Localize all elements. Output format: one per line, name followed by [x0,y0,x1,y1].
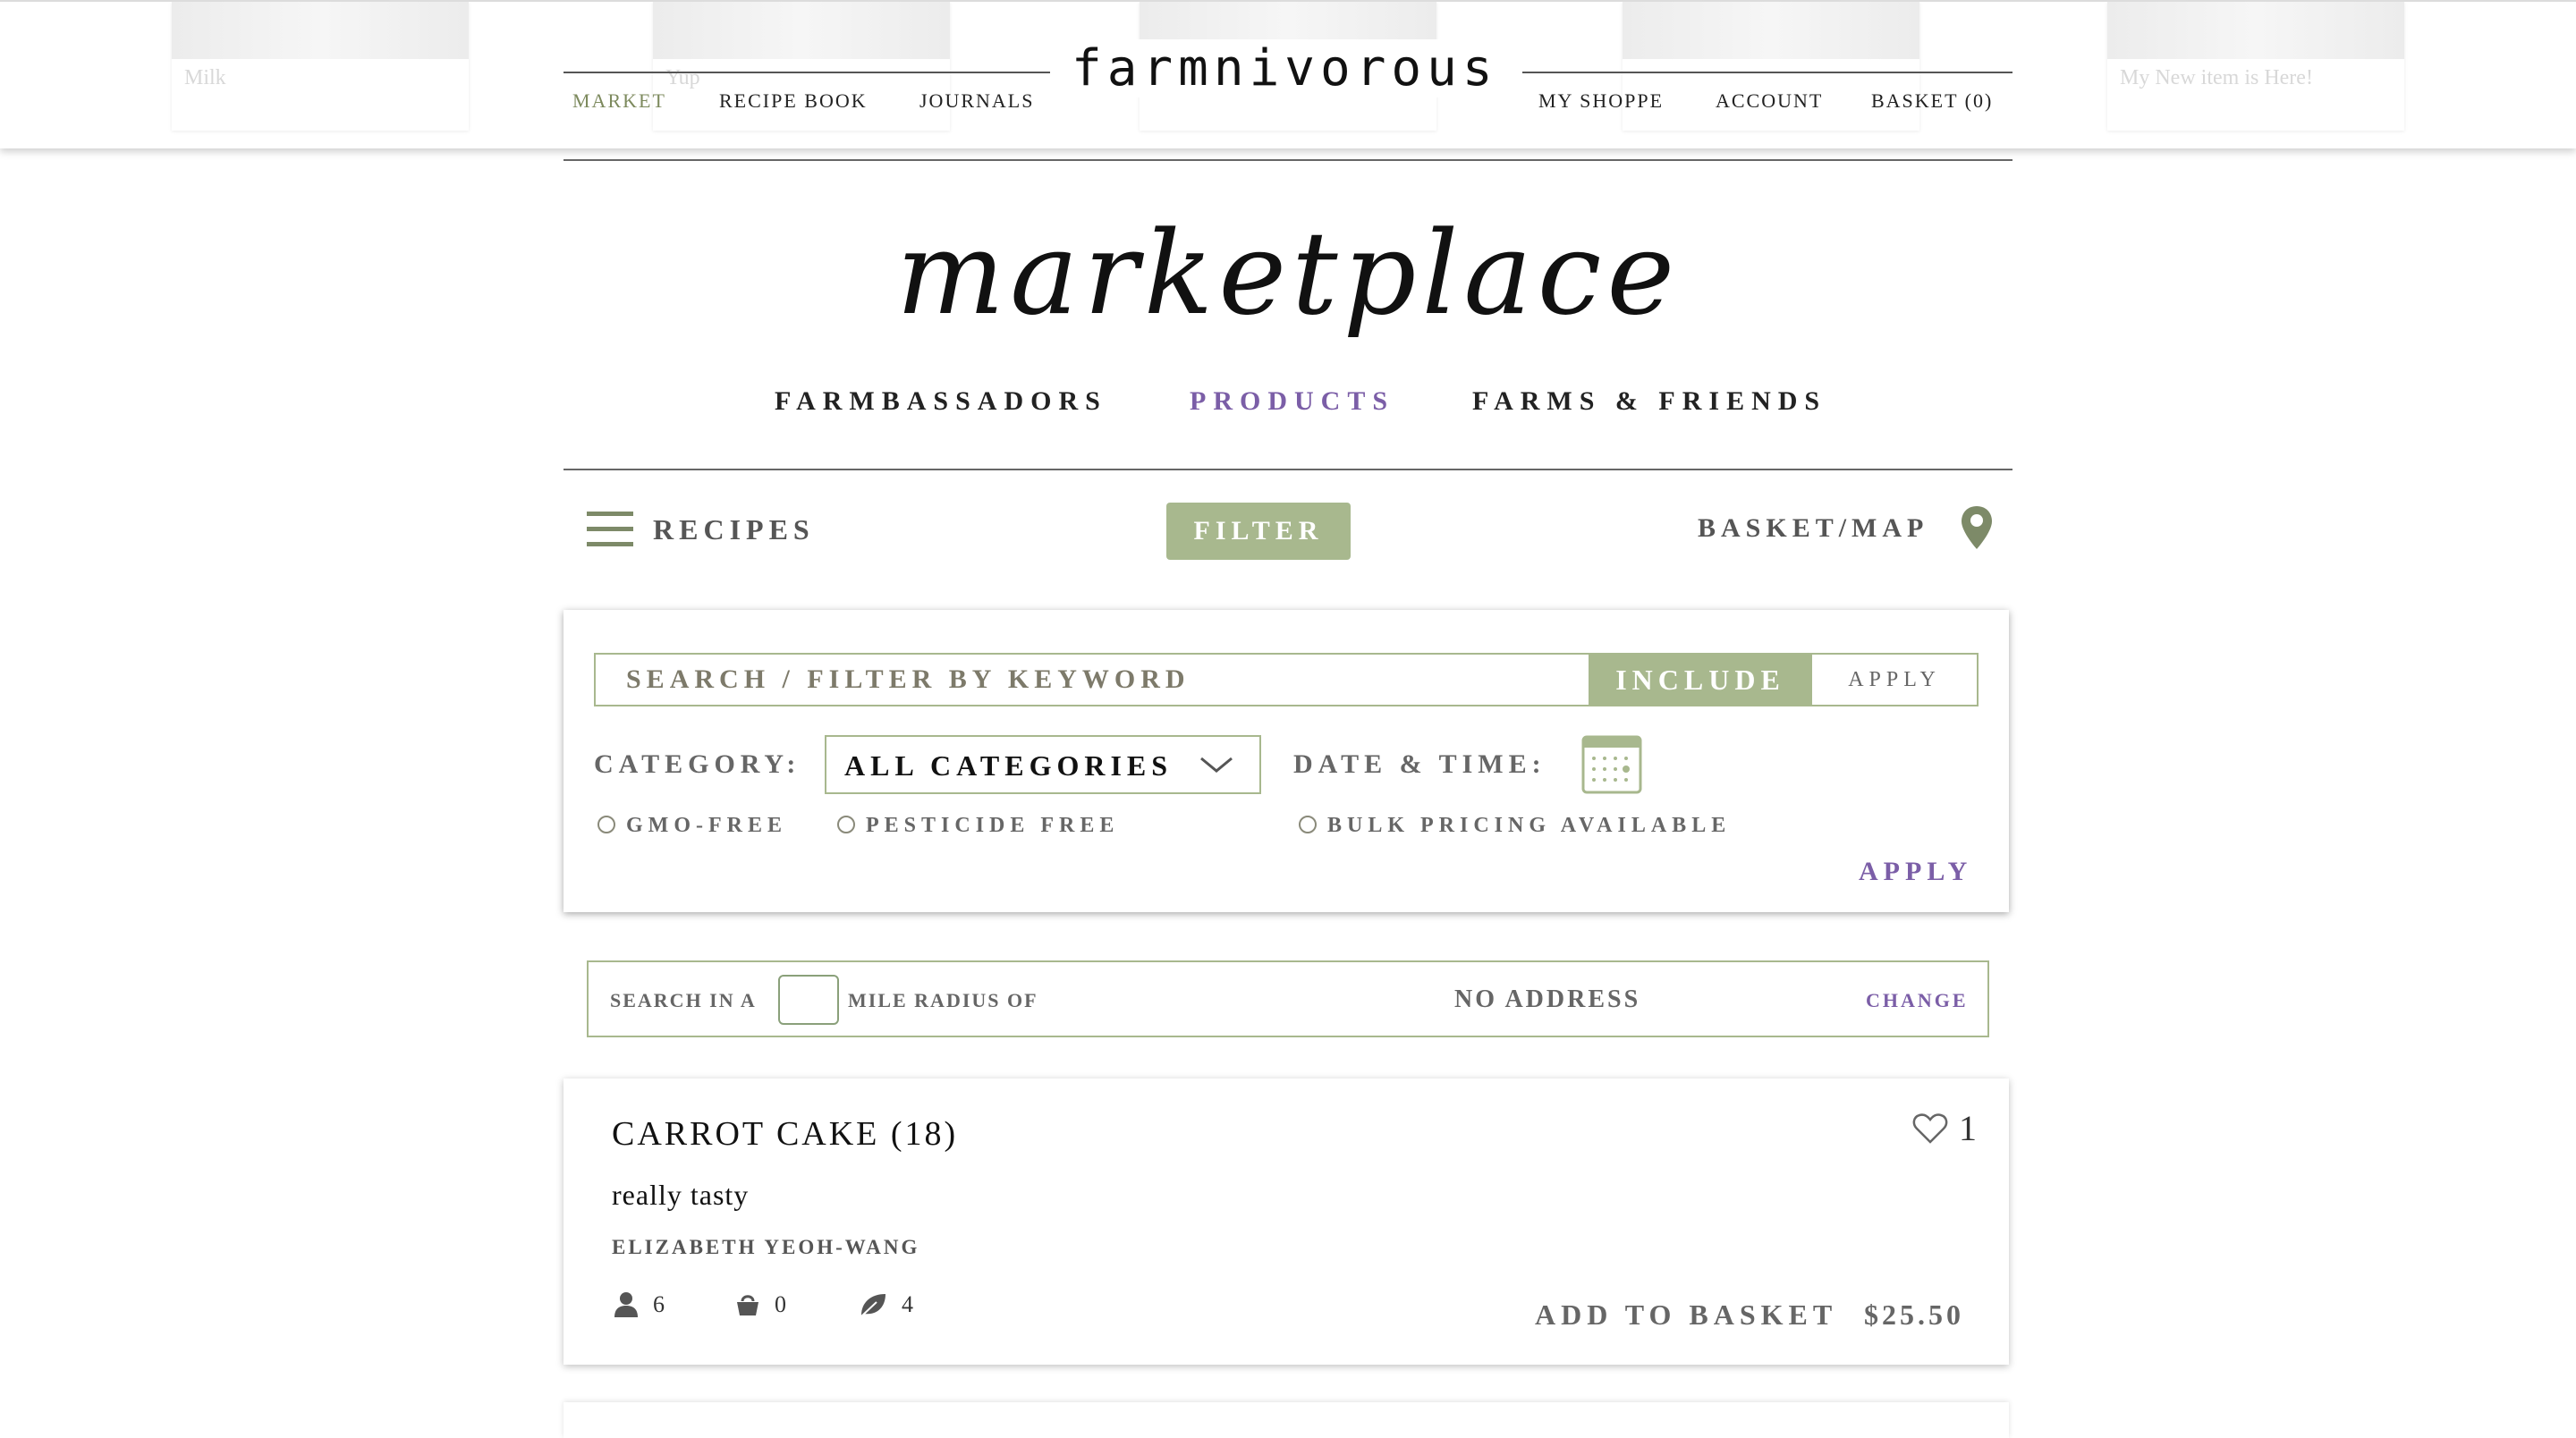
background-card-image [653,2,950,59]
background-card-label: Milk [184,66,226,89]
option-pesticide-free[interactable]: PESTICIDE FREE [837,814,1119,838]
address-value: NO ADDRESS [1454,985,1641,1013]
basket-icon [737,1295,758,1315]
filter-panel: INCLUDE APPLY CATEGORY: ALL CATEGORIES D… [564,610,2009,912]
product-card[interactable]: CARROT CAKE (18) 1 really tasty ELIZABET… [564,1078,2009,1365]
stat-baskets: 0 [735,1290,786,1320]
like-count: 1 [1959,1108,1977,1148]
product-description: really tasty [612,1179,750,1211]
person-icon [614,1292,638,1317]
nav-account[interactable]: ACCOUNT [1716,89,1823,113]
section-divider [564,469,2012,470]
product-price: $25.50 [1864,1298,1964,1331]
category-selected-value: ALL CATEGORIES [844,749,1174,782]
background-card: Milk [172,2,469,131]
background-card-image [172,2,469,59]
add-to-basket-button[interactable]: ADD TO BASKET [1535,1298,1837,1332]
product-card-next[interactable] [564,1402,2009,1438]
category-label: CATEGORY: [594,749,801,779]
calendar-icon[interactable] [1581,735,1642,794]
option-gmo-free[interactable]: GMO-FREE [597,814,787,838]
top-header: Milk Yup My New item is Here! farmnivoro… [0,0,2576,148]
option-bulk-pricing[interactable]: BULK PRICING AVAILABLE [1299,814,1731,838]
category-select[interactable]: ALL CATEGORIES [825,735,1261,794]
radio-icon [1299,816,1317,833]
heart-icon[interactable] [1912,1112,1948,1145]
background-card-label: Yup [665,66,700,89]
nav-recipe-book[interactable]: RECIPE BOOK [719,89,868,113]
header-bottom-rule [564,159,2012,161]
option-label: PESTICIDE FREE [866,814,1120,837]
date-time-label: DATE & TIME: [1293,749,1546,779]
tab-products[interactable]: PRODUCTS [1190,386,1394,417]
include-toggle-button[interactable]: INCLUDE [1589,655,1812,705]
radius-miles-input[interactable] [778,975,839,1025]
radio-icon [837,816,855,833]
product-title[interactable]: CARROT CAKE (18) [612,1114,958,1154]
header-rule-left [564,72,1050,73]
stat-leaves-count: 4 [902,1291,913,1317]
option-label: GMO-FREE [626,814,787,837]
nav-basket[interactable]: BASKET (0) [1871,89,1993,113]
stat-baskets-count: 0 [775,1291,786,1317]
menu-icon[interactable] [587,512,633,547]
recipes-toggle[interactable]: RECIPES [653,513,815,546]
nav-my-shoppe[interactable]: MY SHOPPE [1538,89,1664,113]
filter-button[interactable]: FILTER [1166,503,1351,560]
nav-journals[interactable]: JOURNALS [919,89,1034,113]
product-seller[interactable]: ELIZABETH YEOH-WANG [612,1236,919,1259]
nav-market[interactable]: MARKET [572,89,666,113]
radius-search-bar: SEARCH IN A MILE RADIUS OF NO ADDRESS CH… [587,960,1989,1037]
keyword-search-input[interactable] [596,655,1526,705]
keyword-apply-button[interactable]: APPLY [1812,655,1977,705]
stat-leaves: 4 [859,1290,913,1320]
radius-prefix-label: SEARCH IN A [610,989,757,1011]
header-rule-right [1522,72,2012,73]
map-pin-icon[interactable] [1959,504,1995,551]
background-card-label: My New item is Here! [2120,66,2313,89]
filter-apply-button[interactable]: APPLY [1859,857,1972,887]
radio-icon [597,816,615,833]
tab-farmbassadors[interactable]: FARMBASSADORS [775,386,1107,417]
change-address-link[interactable]: CHANGE [1866,989,1969,1012]
basket-map-toggle[interactable]: BASKET/MAP [1698,513,1928,544]
keyword-search-bar: INCLUDE APPLY [594,653,1979,706]
page-title: marketplace [895,207,1681,341]
background-card-image [2107,2,2404,59]
stat-people-count: 6 [653,1291,665,1317]
chevron-down-icon [1200,757,1233,773]
tab-farms-and-friends[interactable]: FARMS & FRIENDS [1472,386,1826,417]
radius-suffix-label: MILE RADIUS OF [848,989,1038,1011]
option-label: BULK PRICING AVAILABLE [1327,814,1732,837]
background-card: My New item is Here! [2107,2,2404,131]
stat-people: 6 [614,1290,665,1320]
background-card-image [1623,2,1919,59]
leaf-icon [860,1294,886,1317]
brand-logo[interactable]: farmnivorous [1064,39,1505,97]
